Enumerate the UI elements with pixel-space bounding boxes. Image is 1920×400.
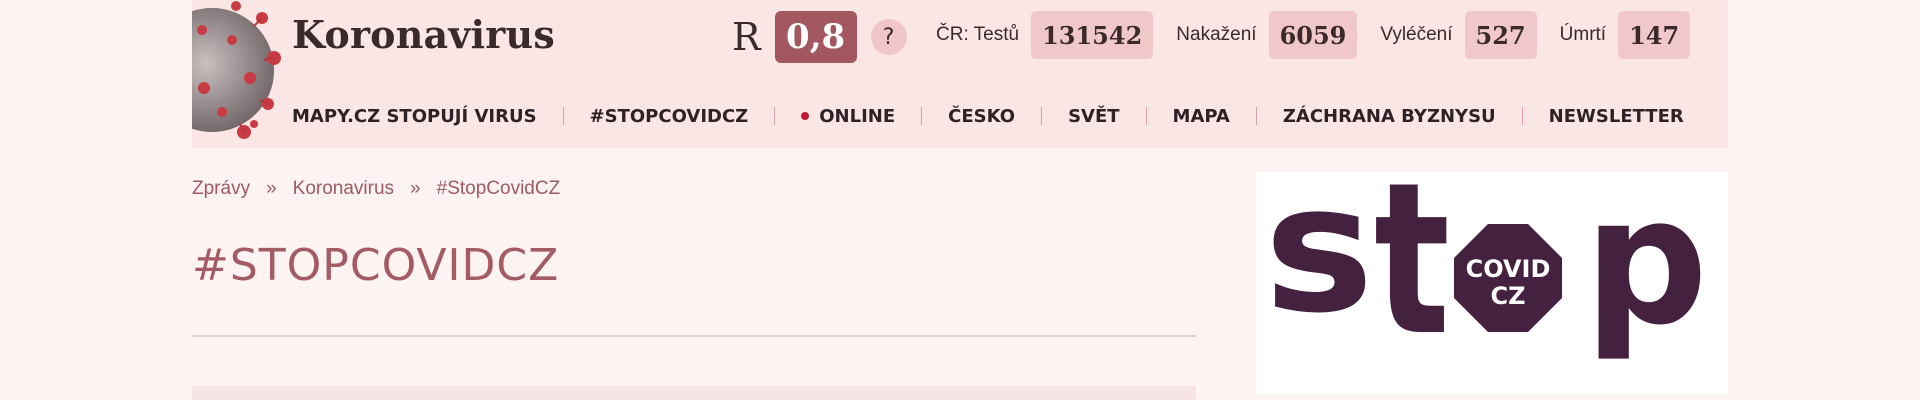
nav-item-label: MAPY.CZ STOPUJÍ VIRUS <box>292 105 537 127</box>
breadcrumb-link-stopcovidcz[interactable]: #StopCovidCZ <box>437 178 561 200</box>
nav-item-zachrana-byznysu[interactable]: ZÁCHRANA BYZNYSU <box>1257 106 1522 127</box>
stop-word-p: p <box>1584 172 1708 364</box>
stat-label: Nakažení <box>1176 24 1257 45</box>
stat-value: 147 <box>1618 11 1691 59</box>
nav-item-stopcovidcz[interactable]: #STOPCOVIDCZ <box>564 106 775 127</box>
nav-item-mapa[interactable]: MAPA <box>1147 106 1256 127</box>
stop-badge-line1: COVID <box>1466 255 1551 283</box>
nav-item-label: ČESKO <box>948 105 1016 127</box>
stat-deaths: Úmrtí 147 <box>1560 11 1691 59</box>
site-logo[interactable]: Koronavirus <box>292 12 555 57</box>
stop-word-t: t <box>1374 172 1450 382</box>
nav-item-label: ONLINE <box>819 105 896 127</box>
stat-label: Úmrtí <box>1559 24 1607 45</box>
site-header: Koronavirus R 0,8 ? ČR: Testů 131542 Nak… <box>192 0 1728 148</box>
nav-item-label: ZÁCHRANA BYZNYSU <box>1282 105 1496 127</box>
stat-label: ČR: Testů <box>936 24 1020 45</box>
stop-covid-logo[interactable]: s t p COVID CZ <box>1256 172 1728 394</box>
nav-item-cesko[interactable]: ČESKO <box>922 106 1041 127</box>
help-button[interactable]: ? <box>870 19 907 55</box>
nav-item-label: NEWSLETTER <box>1548 105 1684 127</box>
nav-item-label: #STOPCOVIDCZ <box>589 105 749 127</box>
main-nav: MAPY.CZ STOPUJÍ VIRUS #STOPCOVIDCZ ONLIN… <box>292 96 1710 136</box>
stat-infected: Nakažení 6059 <box>1176 11 1358 59</box>
stat-value: 527 <box>1464 11 1537 59</box>
stop-word-s: s <box>1264 172 1374 352</box>
nav-item-svet[interactable]: SVĚT <box>1042 106 1145 127</box>
live-dot-icon <box>801 112 810 120</box>
coronavirus-icon <box>192 1 281 139</box>
stat-tests: ČR: Testů 131542 <box>936 11 1154 59</box>
nav-item-label: SVĚT <box>1068 105 1120 127</box>
stat-value: 131542 <box>1031 11 1154 59</box>
nav-item-mapy-stopuji-virus[interactable]: MAPY.CZ STOPUJÍ VIRUS <box>292 106 563 127</box>
nav-item-newsletter[interactable]: NEWSLETTER <box>1523 106 1710 127</box>
stat-label: Vyléčení <box>1380 24 1453 45</box>
breadcrumb-separator: » <box>266 178 277 199</box>
r-number-widget: R 0,8 ? <box>732 10 907 64</box>
page-title: #STOPCOVIDCZ <box>192 240 560 291</box>
r-label: R <box>732 15 761 59</box>
article-box <box>192 386 1196 400</box>
stats-bar: ČR: Testů 131542 Nakažení 6059 Vyléčení … <box>936 10 1713 60</box>
breadcrumb-separator: » <box>410 178 421 199</box>
nav-item-label: MAPA <box>1172 105 1230 127</box>
stat-value: 6059 <box>1268 11 1358 59</box>
nav-item-online[interactable]: ONLINE <box>775 106 921 127</box>
breadcrumb: Zprávy » Koronavirus » #StopCovidCZ <box>192 178 560 200</box>
breadcrumb-link-koronavirus[interactable]: Koronavirus <box>293 178 394 200</box>
breadcrumb-link-zpravy[interactable]: Zprávy <box>192 178 250 200</box>
title-divider <box>192 335 1196 337</box>
page: Koronavirus R 0,8 ? ČR: Testů 131542 Nak… <box>192 0 1728 400</box>
stop-badge-line2: CZ <box>1490 282 1525 310</box>
r-value-badge: 0,8 <box>774 11 857 63</box>
stat-recovered: Vyléčení 527 <box>1380 11 1537 59</box>
